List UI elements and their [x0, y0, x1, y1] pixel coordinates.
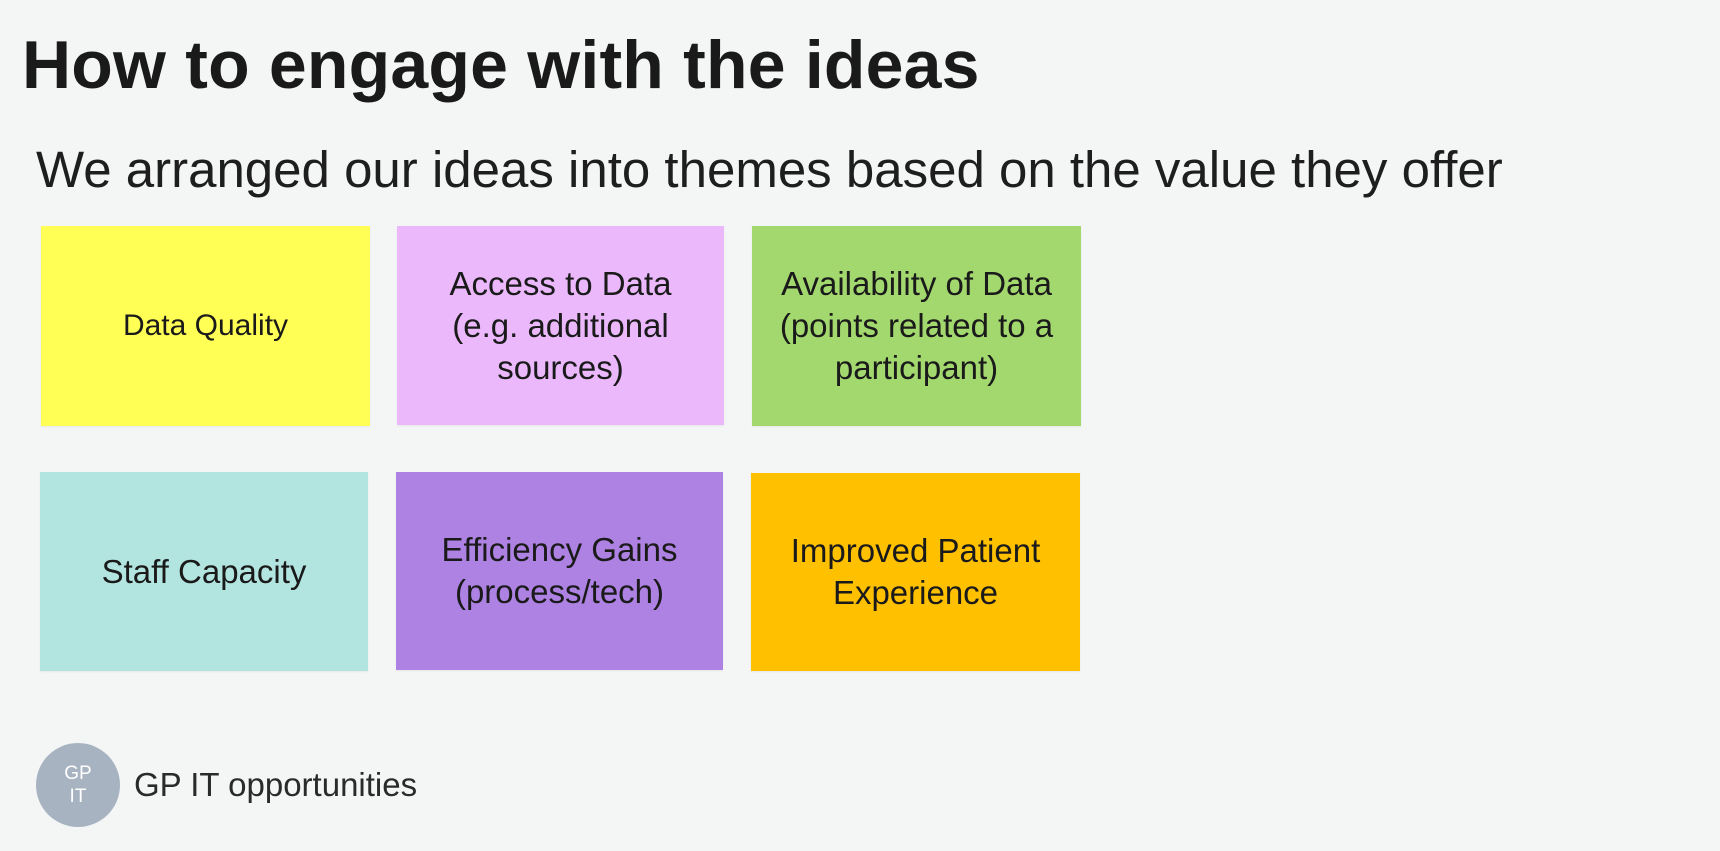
avatar[interactable]: GP IT: [36, 743, 120, 827]
sticky-note-efficiency-gains[interactable]: Efficiency Gains (process/tech): [396, 472, 723, 670]
sticky-note-label: Staff Capacity: [101, 552, 307, 590]
sticky-note-label: Data Quality: [122, 309, 289, 342]
slide-subtitle: We arranged our ideas into themes based …: [36, 141, 1503, 198]
sticky-note-label: Access to Data (e.g. additional sources): [449, 264, 672, 386]
sticky-note-availability-of-data[interactable]: Availability of Data (points related to …: [752, 226, 1081, 426]
footer: GP IT GP IT opportunities: [36, 743, 417, 827]
footer-label: GP IT opportunities: [134, 766, 418, 803]
sticky-note-staff-capacity[interactable]: Staff Capacity: [40, 472, 368, 671]
sticky-note-label: Improved Patient Experience: [790, 532, 1041, 611]
sticky-note-label: Efficiency Gains (process/tech): [441, 531, 678, 610]
sticky-note-label: Availability of Data (points related to …: [779, 265, 1054, 386]
slide-title: How to engage with the ideas: [22, 27, 980, 103]
sticky-note-access-to-data[interactable]: Access to Data (e.g. additional sources): [397, 226, 724, 425]
sticky-note-data-quality[interactable]: Data Quality: [41, 226, 370, 426]
sticky-note-improved-patient-experience[interactable]: Improved Patient Experience: [751, 473, 1080, 671]
